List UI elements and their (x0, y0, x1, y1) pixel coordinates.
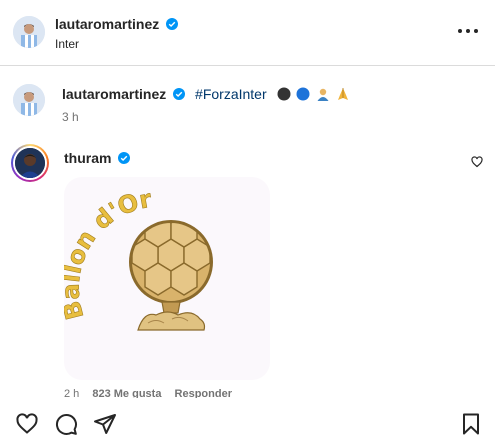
person-emoji-icon (316, 87, 330, 101)
author-username[interactable]: lautaromartinez (55, 16, 179, 32)
verified-badge-icon (166, 18, 179, 30)
like-icon[interactable] (15, 412, 39, 436)
save-icon[interactable] (459, 412, 483, 436)
location-label[interactable]: Inter (55, 37, 79, 51)
like-comment-icon[interactable] (471, 156, 483, 168)
more-options-icon[interactable] (458, 26, 478, 36)
caption-author-avatar[interactable] (13, 84, 45, 116)
folded-hands-emoji-icon (336, 87, 350, 101)
post-action-bar (0, 398, 495, 445)
hashtag-link[interactable]: #ForzaInter (195, 86, 267, 102)
post-header: lautaromartinez Inter (0, 0, 495, 66)
commenter-avatar[interactable] (11, 144, 49, 182)
ballon-dor-sticker[interactable]: Ballon d'Or (64, 177, 270, 380)
author-avatar[interactable] (13, 16, 45, 48)
share-icon[interactable] (93, 412, 117, 436)
verified-badge-icon (118, 152, 131, 164)
caption-username[interactable]: lautaromartinez (62, 86, 166, 102)
black-circle-emoji-icon (277, 87, 291, 101)
verified-badge-icon (173, 88, 186, 100)
comment-icon[interactable] (54, 412, 78, 436)
commenter-username[interactable]: thuram (64, 150, 111, 166)
caption-row: lautaromartinez #ForzaInter (62, 86, 350, 102)
blue-circle-emoji-icon (296, 87, 310, 101)
author-username-text[interactable]: lautaromartinez (55, 16, 159, 32)
caption-time[interactable]: 3 h (62, 110, 79, 124)
comment-author: thuram (64, 150, 131, 166)
